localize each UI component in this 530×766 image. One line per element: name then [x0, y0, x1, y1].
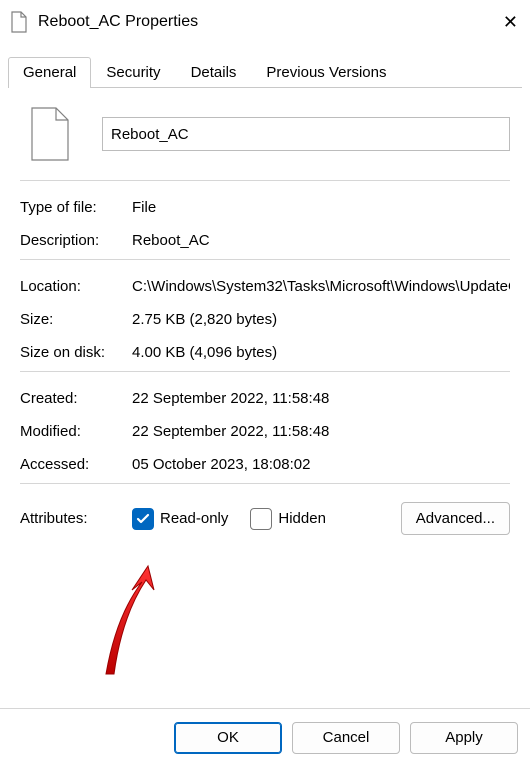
readonly-checkbox[interactable]: Read-only [132, 508, 228, 530]
description-label: Description: [20, 232, 132, 249]
modified-label: Modified: [20, 423, 132, 440]
size-on-disk-value: 4.00 KB (4,096 bytes) [132, 344, 510, 361]
hidden-label: Hidden [278, 510, 326, 527]
titlebar: Reboot_AC Properties ✕ [0, 0, 530, 44]
size-label: Size: [20, 311, 132, 328]
tab-label: Previous Versions [266, 64, 386, 81]
readonly-label: Read-only [160, 510, 228, 527]
tab-details[interactable]: Details [176, 57, 252, 88]
properties-panel: Type of file: File Description: Reboot_A… [8, 88, 522, 694]
attributes-row: Attributes: Read-only Hidden Advanced... [20, 494, 510, 535]
created-value: 22 September 2022, 11:58:48 [132, 390, 510, 407]
accessed-label: Accessed: [20, 456, 132, 473]
divider [20, 259, 510, 260]
tab-general[interactable]: General [8, 57, 91, 88]
tab-security[interactable]: Security [91, 57, 175, 88]
file-icon [10, 11, 28, 33]
tab-label: Security [106, 64, 160, 81]
checkbox-box-icon [132, 508, 154, 530]
cancel-button[interactable]: Cancel [292, 722, 400, 754]
file-icon [26, 106, 74, 162]
window-title: Reboot_AC Properties [38, 13, 478, 31]
location-label: Location: [20, 278, 132, 295]
attributes-label: Attributes: [20, 510, 132, 527]
apply-button[interactable]: Apply [410, 722, 518, 754]
divider [20, 483, 510, 484]
tab-label: Details [191, 64, 237, 81]
description-value: Reboot_AC [132, 232, 510, 249]
tab-label: General [23, 64, 76, 81]
modified-value: 22 September 2022, 11:58:48 [132, 423, 510, 440]
size-value: 2.75 KB (2,820 bytes) [132, 311, 510, 328]
advanced-button[interactable]: Advanced... [401, 502, 510, 535]
divider [20, 371, 510, 372]
tab-strip: General Security Details Previous Versio… [8, 54, 522, 88]
size-on-disk-label: Size on disk: [20, 344, 132, 361]
checkbox-box-icon [250, 508, 272, 530]
hidden-checkbox[interactable]: Hidden [250, 508, 326, 530]
ok-button[interactable]: OK [174, 722, 282, 754]
file-header [20, 98, 510, 178]
accessed-value: 05 October 2023, 18:08:02 [132, 456, 510, 473]
type-label: Type of file: [20, 199, 132, 216]
dialog-footer: OK Cancel Apply [0, 708, 530, 766]
created-label: Created: [20, 390, 132, 407]
location-value: C:\Windows\System32\Tasks\Microsoft\Wind… [132, 278, 510, 295]
tab-previous-versions[interactable]: Previous Versions [251, 57, 401, 88]
divider [20, 180, 510, 181]
close-icon[interactable]: ✕ [478, 13, 518, 31]
type-value: File [132, 199, 510, 216]
filename-input[interactable] [102, 117, 510, 151]
